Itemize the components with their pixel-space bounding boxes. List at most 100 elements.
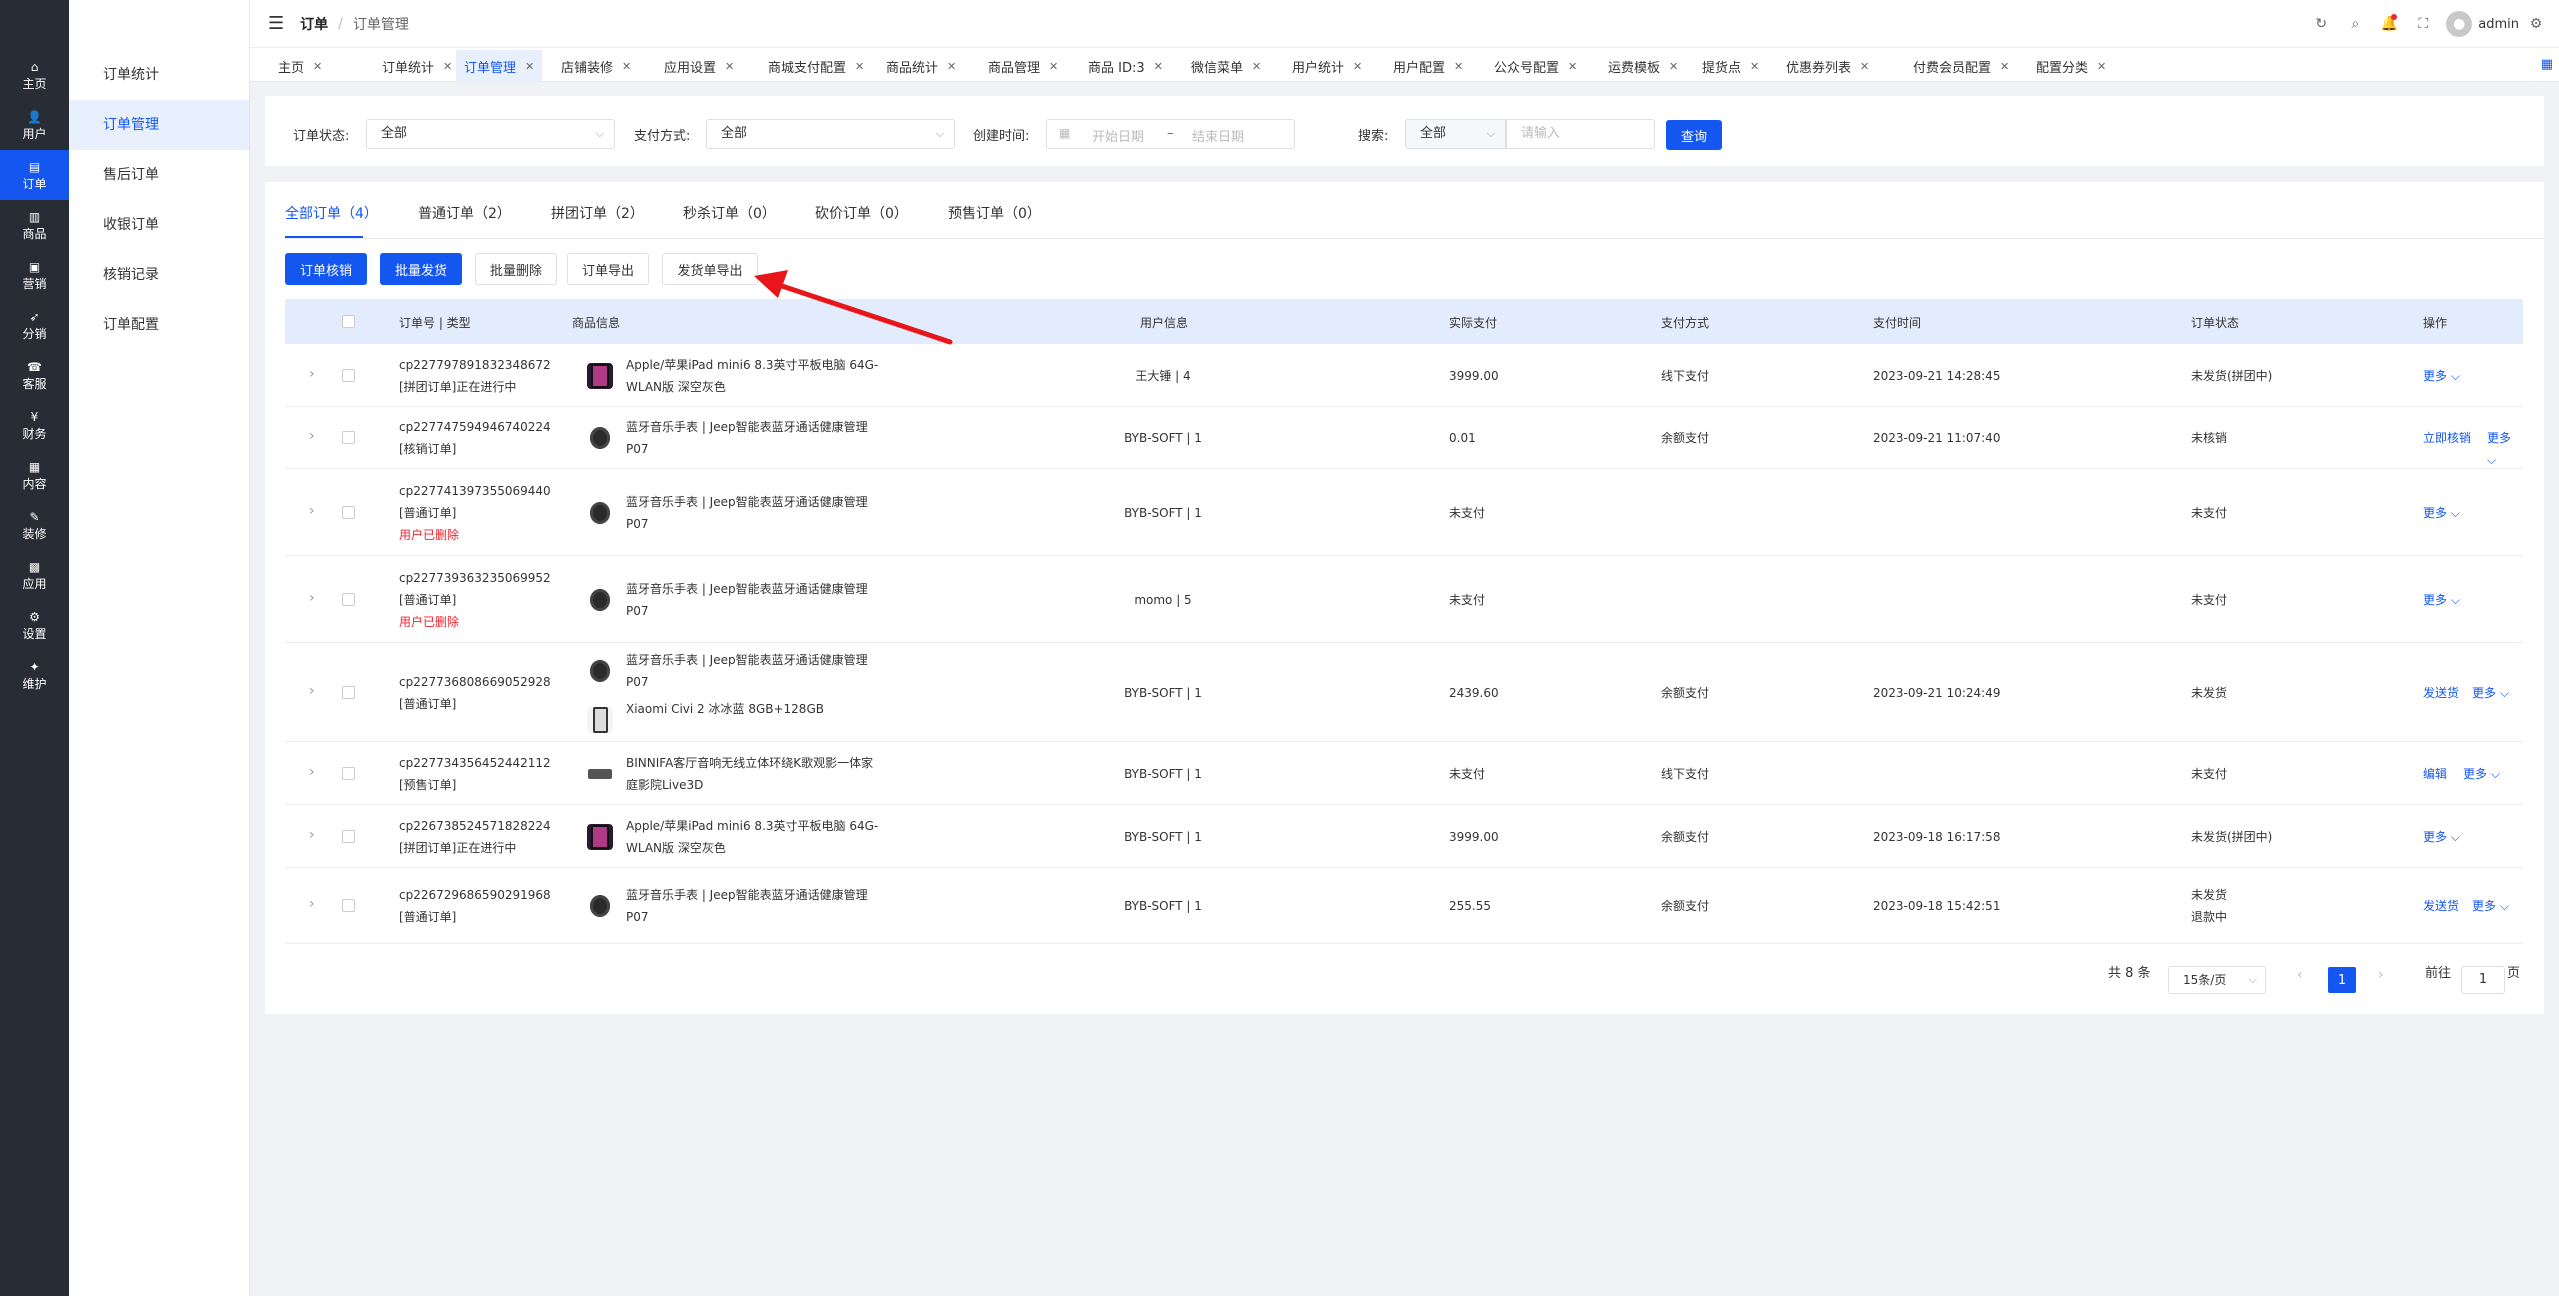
- close-icon[interactable]: ✕: [2000, 60, 2009, 73]
- row-checkbox[interactable]: [342, 368, 355, 382]
- close-icon[interactable]: ✕: [525, 60, 534, 73]
- row-checkbox[interactable]: [342, 592, 355, 606]
- batch-delete-button[interactable]: 批量删除: [475, 253, 557, 285]
- sidebar-item-1[interactable]: 👤 用户: [0, 100, 69, 150]
- pay-method-select[interactable]: 全部 ⌵: [706, 119, 955, 149]
- order-tab-5[interactable]: 预售订单（0）: [948, 203, 1041, 223]
- menu-toggle-icon[interactable]: ☰: [268, 13, 284, 34]
- product-name[interactable]: 蓝牙音乐手表 | Jeep智能表蓝牙通话健康管理: [626, 884, 868, 906]
- date-range-picker[interactable]: ▦ 开始日期 – 结束日期: [1046, 119, 1295, 149]
- chevron-right-icon[interactable]: ›: [309, 827, 315, 843]
- tab-item[interactable]: 订单管理 ✕: [456, 50, 543, 82]
- close-icon[interactable]: ✕: [947, 60, 956, 73]
- order-number[interactable]: cp227739363235069952: [399, 567, 551, 589]
- tab-item[interactable]: 主页 ✕: [270, 50, 330, 82]
- tab-item[interactable]: 应用设置 ✕: [656, 50, 742, 82]
- row-primary-action[interactable]: 发送货: [2423, 682, 2459, 704]
- row-checkbox[interactable]: [342, 899, 355, 912]
- close-icon[interactable]: ✕: [313, 60, 322, 73]
- close-icon[interactable]: ✕: [622, 60, 631, 73]
- more-dropdown[interactable]: 更多 ⌵: [2423, 502, 2460, 524]
- close-icon[interactable]: ✕: [1454, 60, 1463, 73]
- more-dropdown[interactable]: 更多 ⌵: [2472, 682, 2509, 704]
- bell-icon[interactable]: 🔔: [2372, 14, 2406, 32]
- product-name[interactable]: 蓝牙音乐手表 | Jeep智能表蓝牙通话健康管理: [626, 491, 868, 513]
- chevron-right-icon[interactable]: ›: [309, 366, 315, 382]
- order-number[interactable]: cp227736808669052928: [399, 671, 551, 693]
- chevron-right-icon[interactable]: ›: [309, 590, 315, 606]
- row-checkbox[interactable]: [342, 431, 355, 444]
- goto-page-input[interactable]: 1: [2461, 966, 2505, 994]
- sidebar-item-0[interactable]: ⌂ 主页: [0, 50, 69, 100]
- close-icon[interactable]: ✕: [855, 60, 864, 73]
- order-number[interactable]: cp227741397355069440: [399, 480, 551, 502]
- tab-item[interactable]: 运费模板 ✕: [1600, 50, 1686, 82]
- sidebar-item-4[interactable]: ▣ 营销: [0, 250, 69, 300]
- refresh-icon[interactable]: ↻: [2304, 16, 2338, 32]
- row-checkbox[interactable]: [342, 505, 355, 519]
- settings-icon[interactable]: ⚙: [2519, 16, 2553, 32]
- order-tab-1[interactable]: 普通订单（2）: [418, 203, 511, 223]
- product-name-line2[interactable]: WLAN版 深空灰色: [626, 837, 726, 859]
- row-primary-action[interactable]: 立即核销: [2423, 427, 2471, 449]
- close-icon[interactable]: ✕: [1154, 60, 1163, 73]
- more-dropdown[interactable]: 更多 ⌵: [2423, 365, 2460, 387]
- subnav-item-3[interactable]: 收银订单: [69, 200, 249, 250]
- breadcrumb-root[interactable]: 订单: [300, 14, 328, 34]
- sidebar-item-12[interactable]: ✦ 维护: [0, 650, 69, 700]
- more-dropdown[interactable]: 更多 ⌵: [2423, 589, 2460, 611]
- product-name[interactable]: Apple/苹果iPad mini6 8.3英寸平板电脑 64G-: [626, 815, 878, 837]
- page-size-select[interactable]: 15条/页 ⌵: [2168, 966, 2266, 994]
- chevron-right-icon[interactable]: ›: [309, 896, 315, 912]
- sidebar-item-8[interactable]: ▦ 内容: [0, 450, 69, 500]
- close-icon[interactable]: ✕: [1353, 60, 1362, 73]
- order-number[interactable]: cp226738524571828224: [399, 815, 551, 837]
- product-name[interactable]: 蓝牙音乐手表 | Jeep智能表蓝牙通话健康管理: [626, 578, 868, 600]
- close-icon[interactable]: ✕: [1049, 60, 1058, 73]
- order-tab-0[interactable]: 全部订单（4）: [285, 203, 378, 223]
- subnav-item-1[interactable]: 订单管理: [69, 100, 249, 150]
- more-dropdown[interactable]: 更多 ⌵: [2487, 427, 2523, 471]
- sidebar-item-7[interactable]: ¥ 财务: [0, 400, 69, 450]
- order-tab-4[interactable]: 砍价订单（0）: [815, 203, 908, 223]
- sidebar-item-9[interactable]: ✎ 装修: [0, 500, 69, 550]
- row-primary-action[interactable]: 编辑: [2423, 763, 2447, 785]
- search-icon[interactable]: ⌕: [2338, 16, 2372, 32]
- sidebar-item-3[interactable]: ▥ 商品: [0, 200, 69, 250]
- product-name-line2[interactable]: P07: [626, 671, 649, 693]
- close-icon[interactable]: ✕: [1860, 60, 1869, 73]
- more-dropdown[interactable]: 更多 ⌵: [2423, 826, 2460, 848]
- query-button[interactable]: 查询: [1666, 120, 1722, 150]
- chevron-right-icon[interactable]: ›: [309, 764, 315, 780]
- sidebar-item-11[interactable]: ⚙ 设置: [0, 600, 69, 650]
- product-name[interactable]: 蓝牙音乐手表 | Jeep智能表蓝牙通话健康管理: [626, 649, 868, 671]
- close-icon[interactable]: ✕: [1669, 60, 1678, 73]
- close-icon[interactable]: ✕: [2097, 60, 2106, 73]
- sidebar-item-6[interactable]: ☎ 客服: [0, 350, 69, 400]
- next-page-icon[interactable]: ›: [2378, 967, 2384, 983]
- order-number[interactable]: cp227734356452442112: [399, 752, 551, 774]
- more-dropdown[interactable]: 更多 ⌵: [2472, 895, 2509, 917]
- status-select[interactable]: 全部 ⌵: [366, 119, 615, 149]
- tab-item[interactable]: 优惠券列表 ✕: [1778, 50, 1877, 82]
- select-all-checkbox[interactable]: [342, 315, 355, 328]
- tab-item[interactable]: 商品管理 ✕: [980, 50, 1066, 82]
- product-name-line2[interactable]: P07: [626, 513, 649, 535]
- close-icon[interactable]: ✕: [1568, 60, 1577, 73]
- product-name-line2[interactable]: P07: [626, 600, 649, 622]
- subnav-item-0[interactable]: 订单统计: [69, 50, 249, 100]
- page-1-button[interactable]: 1: [2328, 967, 2356, 993]
- prev-page-icon[interactable]: ‹: [2297, 967, 2303, 983]
- order-tab-3[interactable]: 秒杀订单（0）: [683, 203, 776, 223]
- tab-item[interactable]: 微信菜单 ✕: [1183, 50, 1269, 82]
- tab-item[interactable]: 付费会员配置 ✕: [1905, 50, 2017, 82]
- verify-order-button[interactable]: 订单核销: [285, 253, 367, 285]
- more-dropdown[interactable]: 更多 ⌵: [2463, 763, 2500, 785]
- product-name[interactable]: Xiaomi Civi 2 冰冰蓝 8GB+128GB: [626, 698, 824, 720]
- sidebar-item-10[interactable]: ▩ 应用: [0, 550, 69, 600]
- search-input[interactable]: 请输入: [1506, 119, 1655, 149]
- tab-item[interactable]: 商品 ID:3 ✕: [1080, 50, 1171, 82]
- end-date-input[interactable]: 结束日期: [1192, 126, 1244, 145]
- batch-ship-button[interactable]: 批量发货: [380, 253, 462, 285]
- row-checkbox[interactable]: [342, 829, 355, 843]
